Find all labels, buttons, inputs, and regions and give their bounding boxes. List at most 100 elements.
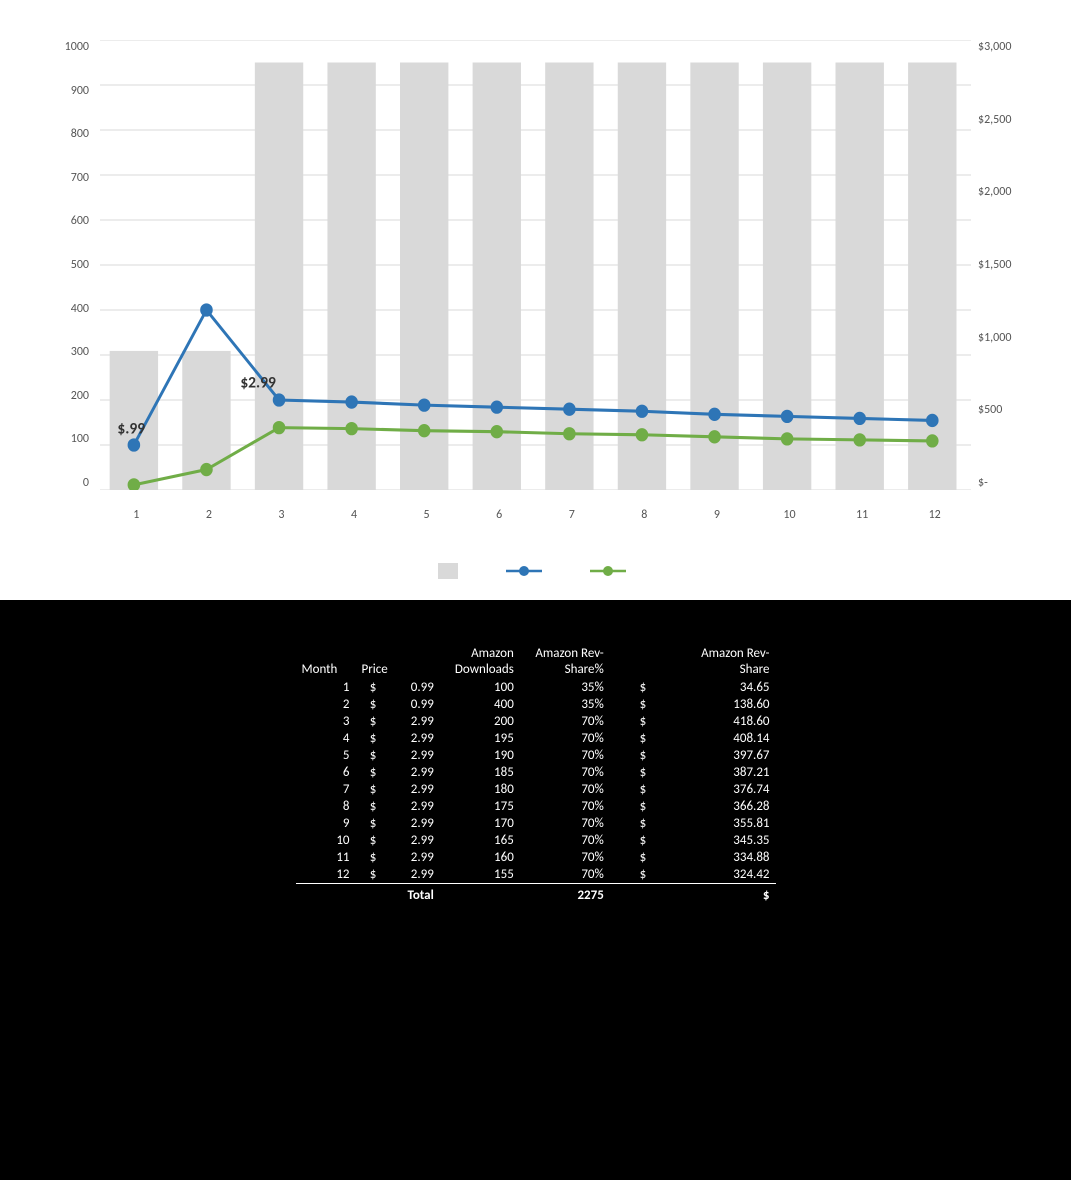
cell-earn: 138.60 <box>648 696 775 713</box>
cell-revpct: 35% <box>520 696 610 713</box>
legend-green-icon <box>590 562 626 580</box>
y-right-1500: $1,500 <box>978 258 1011 272</box>
cell-price-sym: $ <box>356 849 377 866</box>
cell-month: 10 <box>296 832 356 849</box>
cell-earn-sym: $ <box>610 747 648 764</box>
cell-price-sym: $ <box>356 798 377 815</box>
y-right-2000: $2,000 <box>978 185 1011 199</box>
cell-downloads: 165 <box>440 832 520 849</box>
cell-earn: 408.14 <box>648 730 775 747</box>
table-row: 3 $ 2.99 200 70% $ 418.60 <box>296 713 776 730</box>
cell-earn: 355.81 <box>648 815 775 832</box>
cell-earn-sym: $ <box>610 815 648 832</box>
cell-price: 2.99 <box>376 764 439 781</box>
cell-earn: 324.42 <box>648 866 775 884</box>
cell-earn-sym: $ <box>610 713 648 730</box>
legend-bar-swatch <box>438 563 458 579</box>
chart-plot-area: $.99 $2.99 <box>100 40 971 490</box>
chart-container: $.99 $2.99 1000 900 800 700 600 500 400 … <box>40 30 1031 550</box>
cell-earn-sym: $ <box>610 866 648 884</box>
cell-revpct: 70% <box>520 832 610 849</box>
cell-price: 2.99 <box>376 866 439 884</box>
col-downloads-header: AmazonDownloads <box>440 644 520 679</box>
cell-price-sym: $ <box>356 747 377 764</box>
cell-earn: 334.88 <box>648 849 775 866</box>
cell-revpct: 70% <box>520 730 610 747</box>
x-label-1: 1 <box>100 508 173 522</box>
legend-blue-icon <box>506 562 542 580</box>
cell-price: 2.99 <box>376 849 439 866</box>
cell-month: 12 <box>296 866 356 884</box>
cell-month: 6 <box>296 764 356 781</box>
y-right-2500: $2,500 <box>978 113 1011 127</box>
cell-downloads: 185 <box>440 764 520 781</box>
cell-revpct: 35% <box>520 679 610 696</box>
cell-price-sym: $ <box>356 679 377 696</box>
x-label-8: 8 <box>608 508 681 522</box>
table-footer: Total 2275 $ <box>296 884 776 905</box>
total-downloads <box>440 884 520 905</box>
cell-earn-sym: $ <box>610 679 648 696</box>
cell-earn-sym: $ <box>610 849 648 866</box>
total-earn-sym <box>610 884 648 905</box>
cell-price-sym: $ <box>356 866 377 884</box>
data-table: Month Price AmazonDownloads Amazon Rev-S… <box>296 644 776 904</box>
cell-price-sym: $ <box>356 832 377 849</box>
y-left-1000: 1000 <box>65 40 89 54</box>
cell-earn: 387.21 <box>648 764 775 781</box>
y-left-title-container <box>40 30 58 490</box>
cell-price: 2.99 <box>376 798 439 815</box>
x-axis-labels: 1 2 3 4 5 6 7 8 9 10 11 12 <box>100 508 971 522</box>
cell-downloads: 190 <box>440 747 520 764</box>
y-left-0: 0 <box>83 476 89 490</box>
cell-price: 0.99 <box>376 679 439 696</box>
cell-earn-sym: $ <box>610 696 648 713</box>
x-label-12: 12 <box>898 508 971 522</box>
cell-month: 8 <box>296 798 356 815</box>
y-left-400: 400 <box>71 302 89 316</box>
table-row: 11 $ 2.99 160 70% $ 334.88 <box>296 849 776 866</box>
total-label <box>296 884 377 905</box>
cell-price: 2.99 <box>376 730 439 747</box>
chart-legend <box>40 562 1031 580</box>
data-table-wrapper: Month Price AmazonDownloads Amazon Rev-S… <box>296 640 776 904</box>
x-label-6: 6 <box>463 508 536 522</box>
cell-downloads: 160 <box>440 849 520 866</box>
chart-svg: $.99 $2.99 <box>100 40 971 490</box>
cell-month: 9 <box>296 815 356 832</box>
col-month-header: Month <box>296 644 356 679</box>
cell-revpct: 70% <box>520 713 610 730</box>
cell-month: 5 <box>296 747 356 764</box>
cell-earn: 397.67 <box>648 747 775 764</box>
table-row: 2 $ 0.99 400 35% $ 138.60 <box>296 696 776 713</box>
cell-price: 2.99 <box>376 747 439 764</box>
cell-downloads: 180 <box>440 781 520 798</box>
cell-earn-sym: $ <box>610 764 648 781</box>
cell-downloads: 200 <box>440 713 520 730</box>
cell-earn: 376.74 <box>648 781 775 798</box>
x-label-4: 4 <box>318 508 391 522</box>
cell-revpct: 70% <box>520 781 610 798</box>
x-label-3: 3 <box>245 508 318 522</box>
table-row: 9 $ 2.99 170 70% $ 355.81 <box>296 815 776 832</box>
cell-month: 7 <box>296 781 356 798</box>
col-revpct-header: Amazon Rev-Share% <box>520 644 610 679</box>
table-body: 1 $ 0.99 100 35% $ 34.65 2 $ 0.99 400 35… <box>296 679 776 884</box>
x-label-9: 9 <box>681 508 754 522</box>
y-right-0: $- <box>978 476 988 490</box>
cell-price-sym: $ <box>356 713 377 730</box>
price-label-1: $.99 <box>117 419 145 439</box>
cell-price-sym: $ <box>356 730 377 747</box>
cell-downloads: 195 <box>440 730 520 747</box>
cell-revpct: 70% <box>520 764 610 781</box>
table-header-row: Month Price AmazonDownloads Amazon Rev-S… <box>296 644 776 679</box>
cell-downloads: 100 <box>440 679 520 696</box>
cell-earn-sym: $ <box>610 798 648 815</box>
table-row: 8 $ 2.99 175 70% $ 366.28 <box>296 798 776 815</box>
cell-earn: 366.28 <box>648 798 775 815</box>
cell-price: 2.99 <box>376 832 439 849</box>
cell-downloads: 170 <box>440 815 520 832</box>
y-right-title-container <box>1015 30 1033 490</box>
cell-month: 2 <box>296 696 356 713</box>
y-left-800: 800 <box>71 127 89 141</box>
